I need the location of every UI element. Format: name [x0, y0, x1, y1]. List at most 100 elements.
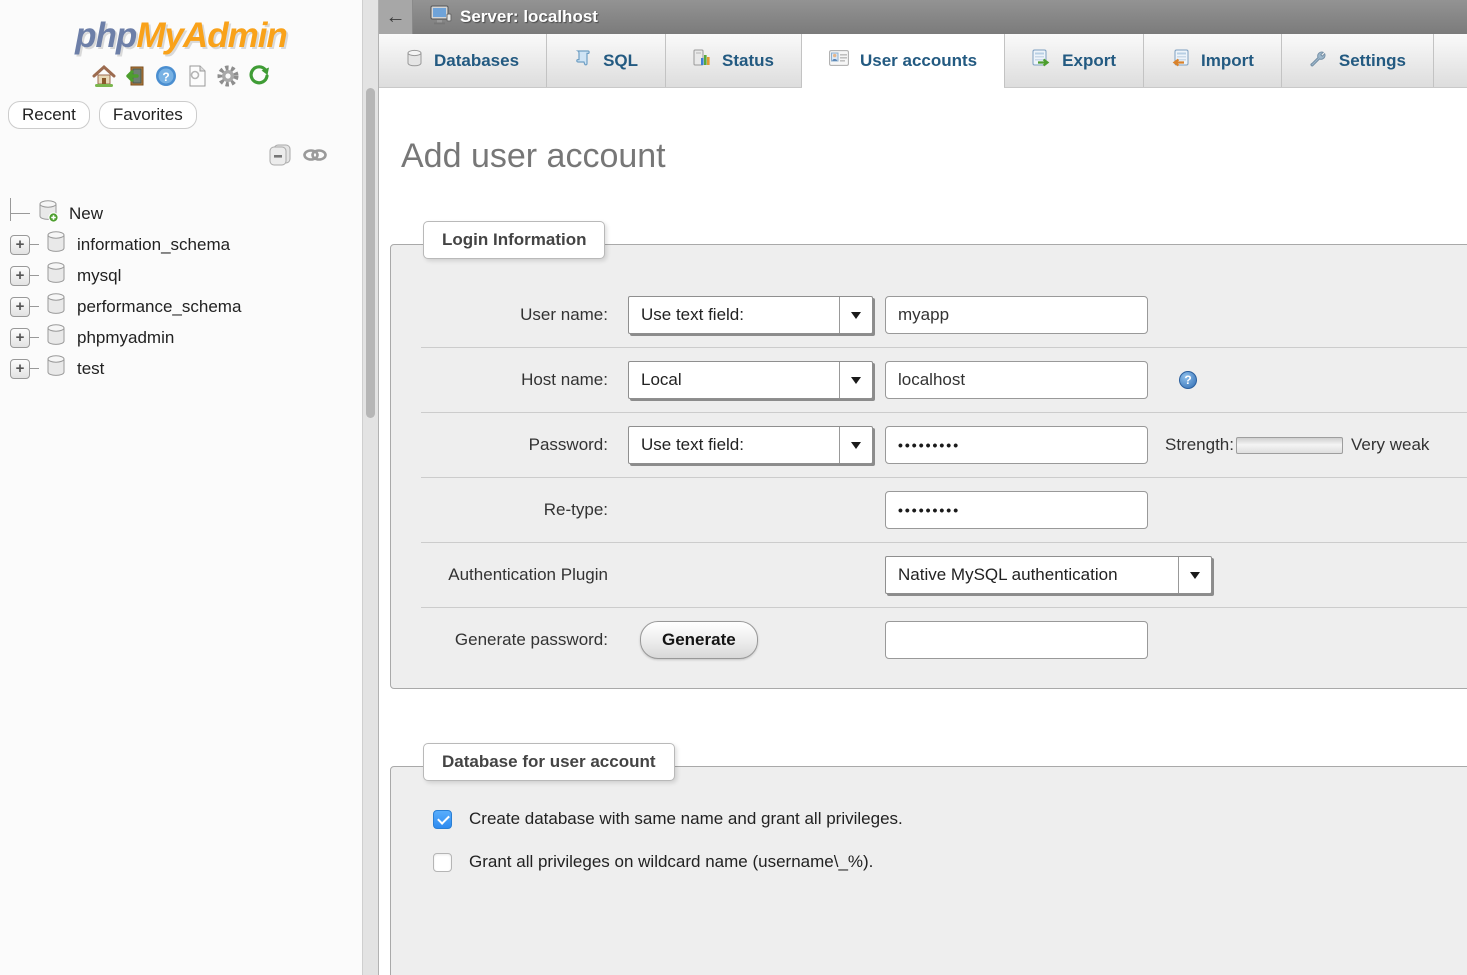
- fieldset-legend: Database for user account: [423, 743, 675, 781]
- database-icon: [45, 354, 67, 383]
- user-name-label: User name:: [421, 305, 628, 325]
- tree-item-label[interactable]: information_schema: [77, 235, 230, 255]
- panel-resizer[interactable]: [362, 0, 379, 975]
- new-database-icon: [37, 199, 59, 228]
- strength-meter: [1236, 437, 1343, 454]
- tree-item-label[interactable]: mysql: [77, 266, 121, 286]
- strength-label: Strength:: [1165, 435, 1234, 455]
- tree-item-label[interactable]: performance_schema: [77, 297, 241, 317]
- refresh-icon[interactable]: [247, 64, 271, 88]
- recent-dropdown[interactable]: Recent: [8, 101, 90, 129]
- tab-sql[interactable]: SQL: [547, 34, 666, 87]
- tab-export[interactable]: Export: [1005, 34, 1144, 87]
- retype-password-input[interactable]: [885, 491, 1148, 529]
- databases-icon: [406, 49, 423, 72]
- host-type-select[interactable]: Local: [628, 361, 873, 399]
- phpmyadmin-logo[interactable]: phpMyAdmin: [0, 16, 362, 56]
- auth-plugin-row: Authentication Plugin Native MySQL authe…: [421, 543, 1467, 608]
- expand-icon[interactable]: +: [10, 235, 30, 255]
- expand-icon[interactable]: +: [10, 328, 30, 348]
- expand-icon[interactable]: +: [10, 297, 30, 317]
- expand-icon[interactable]: +: [10, 266, 30, 286]
- tab-settings[interactable]: Settings: [1282, 34, 1434, 87]
- password-type-select[interactable]: Use text field:: [628, 426, 873, 464]
- host-help-icon[interactable]: ?: [1179, 371, 1197, 389]
- chevron-down-icon: [839, 362, 872, 398]
- link-panels-icon[interactable]: [302, 147, 328, 168]
- tab-label: SQL: [603, 51, 638, 71]
- tab-label: Databases: [434, 51, 519, 71]
- auth-plugin-select[interactable]: Native MySQL authentication: [885, 556, 1212, 594]
- tab-user-accounts[interactable]: User accounts: [802, 34, 1005, 87]
- generated-password-input[interactable]: [885, 621, 1148, 659]
- host-name-label: Host name:: [421, 370, 628, 390]
- page-content: Add user account Login Information User …: [379, 88, 1467, 975]
- breadcrumb: Server: localhost: [413, 0, 598, 34]
- database-tree: New + information_schema + mysql + perfo…: [8, 198, 362, 384]
- tree-item-mysql[interactable]: + mysql: [8, 260, 362, 291]
- user-name-type-select[interactable]: Use text field:: [628, 296, 873, 334]
- tab-databases[interactable]: Databases: [379, 34, 547, 87]
- generate-password-row: Generate password: Generate: [421, 608, 1467, 672]
- retype-label: Re-type:: [421, 500, 628, 520]
- svg-text:?: ?: [162, 70, 169, 84]
- import-icon: [1171, 49, 1190, 72]
- back-arrow-button[interactable]: ←: [379, 0, 413, 34]
- tree-item-label[interactable]: New: [69, 204, 103, 224]
- settings-gear-icon[interactable]: [216, 64, 240, 88]
- tree-panel-controls: [0, 143, 328, 172]
- user-name-input[interactable]: [885, 296, 1148, 334]
- sql-icon: [574, 49, 592, 72]
- grant-wildcard-option: Grant all privileges on wildcard name (u…: [433, 852, 1467, 872]
- home-icon[interactable]: [92, 64, 116, 88]
- navigation-panel: phpMyAdmin ? Recent Favorites: [0, 0, 362, 975]
- tree-item-label[interactable]: phpmyadmin: [77, 328, 174, 348]
- breadcrumb-server-label[interactable]: Server: localhost: [460, 7, 598, 27]
- wrench-icon: [1309, 49, 1328, 73]
- tree-item-phpmyadmin[interactable]: + phpmyadmin: [8, 322, 362, 353]
- create-database-checkbox[interactable]: [433, 810, 452, 829]
- page-title: Add user account: [401, 137, 1467, 176]
- tab-label: Export: [1062, 51, 1116, 71]
- tab-label: Status: [722, 51, 774, 71]
- help-icon[interactable]: ?: [154, 64, 178, 88]
- generate-password-label: Generate password:: [421, 630, 628, 650]
- host-name-row: Host name: Local ?: [421, 348, 1467, 413]
- password-input[interactable]: [885, 426, 1148, 464]
- grant-wildcard-checkbox[interactable]: [433, 853, 452, 872]
- tab-status[interactable]: Status: [666, 34, 802, 87]
- docs-icon[interactable]: [185, 64, 209, 88]
- tree-line: [30, 368, 39, 369]
- tree-line: [30, 275, 39, 276]
- tree-item-new[interactable]: New: [8, 198, 362, 229]
- logo-php-text: php: [75, 16, 136, 55]
- tree-item-information-schema[interactable]: + information_schema: [8, 229, 362, 260]
- server-icon: [430, 5, 452, 30]
- database-icon: [45, 230, 67, 259]
- tree-item-test[interactable]: + test: [8, 353, 362, 384]
- expand-icon[interactable]: +: [10, 359, 30, 379]
- status-icon: [693, 49, 711, 72]
- generate-button[interactable]: Generate: [640, 621, 758, 659]
- tree-item-label[interactable]: test: [77, 359, 104, 379]
- password-label: Password:: [421, 435, 628, 455]
- favorites-dropdown[interactable]: Favorites: [99, 101, 197, 129]
- server-breadcrumb-bar: ← Server: localhost: [379, 0, 1467, 34]
- chevron-down-icon: [1178, 557, 1211, 593]
- retype-row: Re-type:: [421, 478, 1467, 543]
- select-value: Use text field:: [629, 305, 839, 325]
- auth-plugin-label: Authentication Plugin: [421, 565, 628, 585]
- collapse-all-icon[interactable]: [267, 143, 293, 172]
- logo-myadmin-text: MyAdmin: [136, 16, 287, 55]
- server-tabs: Databases SQL Status User accounts Expor…: [379, 34, 1467, 88]
- tab-import[interactable]: Import: [1144, 34, 1282, 87]
- tree-item-performance-schema[interactable]: + performance_schema: [8, 291, 362, 322]
- host-name-input[interactable]: [885, 361, 1148, 399]
- export-icon: [1032, 49, 1051, 72]
- scrollbar-thumb[interactable]: [366, 88, 375, 418]
- logout-icon[interactable]: [123, 64, 147, 88]
- tab-label: Settings: [1339, 51, 1406, 71]
- checkbox-label: Create database with same name and grant…: [469, 809, 903, 829]
- tree-line: [10, 198, 31, 229]
- login-information-fieldset: Login Information User name: Use text fi…: [390, 244, 1467, 689]
